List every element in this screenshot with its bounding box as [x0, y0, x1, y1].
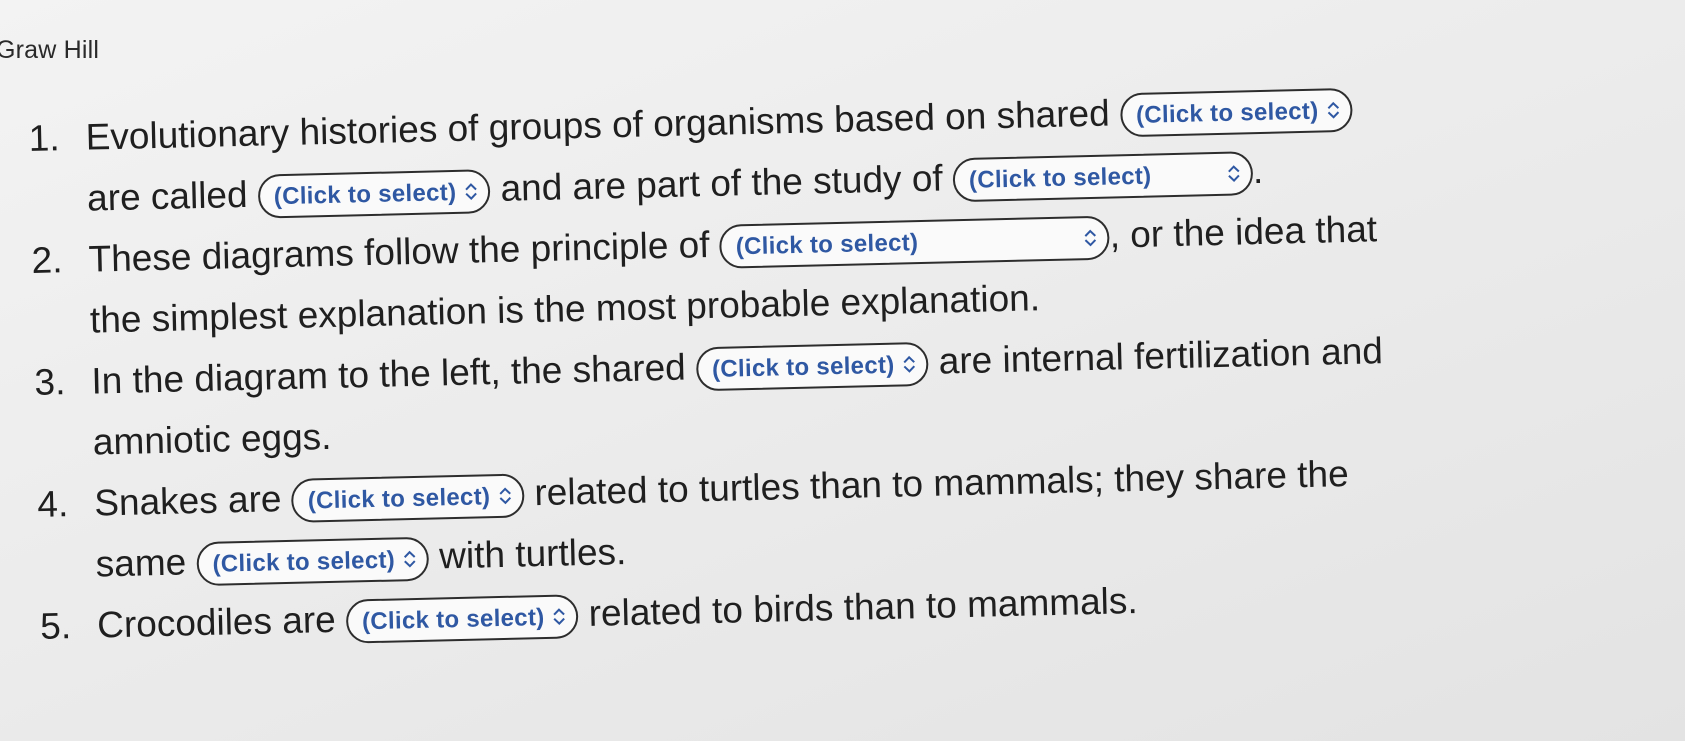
dropdown-q1-diagram-name[interactable]: (Click to select) — [257, 169, 491, 219]
question-text: . — [1252, 149, 1264, 192]
question-text: Snakes are — [93, 478, 282, 524]
question-text: related to turtles than to mammals; they… — [533, 452, 1350, 514]
question-text: Crocodiles are — [96, 598, 337, 646]
dropdown-q5-relation[interactable]: (Click to select) — [345, 594, 579, 644]
chevron-up-down-icon — [1227, 165, 1241, 183]
chevron-up-down-icon — [1084, 229, 1098, 247]
dropdown-q4-relation[interactable]: (Click to select) — [291, 473, 525, 524]
question-text: with turtles. — [438, 531, 627, 577]
question-number: 1. — [28, 117, 61, 159]
question-text: are internal fertilization and — [938, 330, 1384, 382]
question-text: In the diagram to the left, the shared — [90, 346, 687, 402]
question-number: 5. — [39, 605, 72, 647]
question-text: are called — [86, 173, 249, 219]
question-text: same — [95, 541, 187, 585]
chevron-up-down-icon — [403, 550, 417, 568]
dropdown-q2-principle[interactable]: (Click to select) — [719, 215, 1111, 269]
chevron-up-down-icon — [464, 183, 478, 201]
question-text: These diagrams follow the principle of — [88, 223, 710, 280]
dropdown-q4-shared-trait[interactable]: (Click to select) — [196, 536, 430, 587]
chevron-up-down-icon — [1326, 101, 1340, 119]
question-text: related to birds than to mammals. — [588, 580, 1139, 634]
dropdown-q3-shared-characters[interactable]: (Click to select) — [695, 342, 930, 392]
dropdown-q1-shared-trait[interactable]: (Click to select) — [1119, 88, 1353, 138]
question-number: 4. — [36, 483, 69, 525]
question-number: 3. — [33, 361, 66, 403]
question-number: 2. — [31, 239, 63, 281]
chevron-up-down-icon — [552, 608, 566, 626]
question-list: 1. Evolutionary histories of groups of o… — [28, 69, 1680, 656]
chevron-up-down-icon — [498, 487, 512, 505]
publisher-logo-text: Graw Hill — [0, 36, 100, 64]
dropdown-q1-field-of-study[interactable]: (Click to select) — [952, 151, 1254, 203]
chevron-up-down-icon — [902, 355, 916, 373]
question-text: , or the idea that — [1109, 208, 1378, 256]
question-text: and are part of the study of — [500, 157, 944, 209]
question-text: amniotic eggs. — [92, 415, 332, 463]
